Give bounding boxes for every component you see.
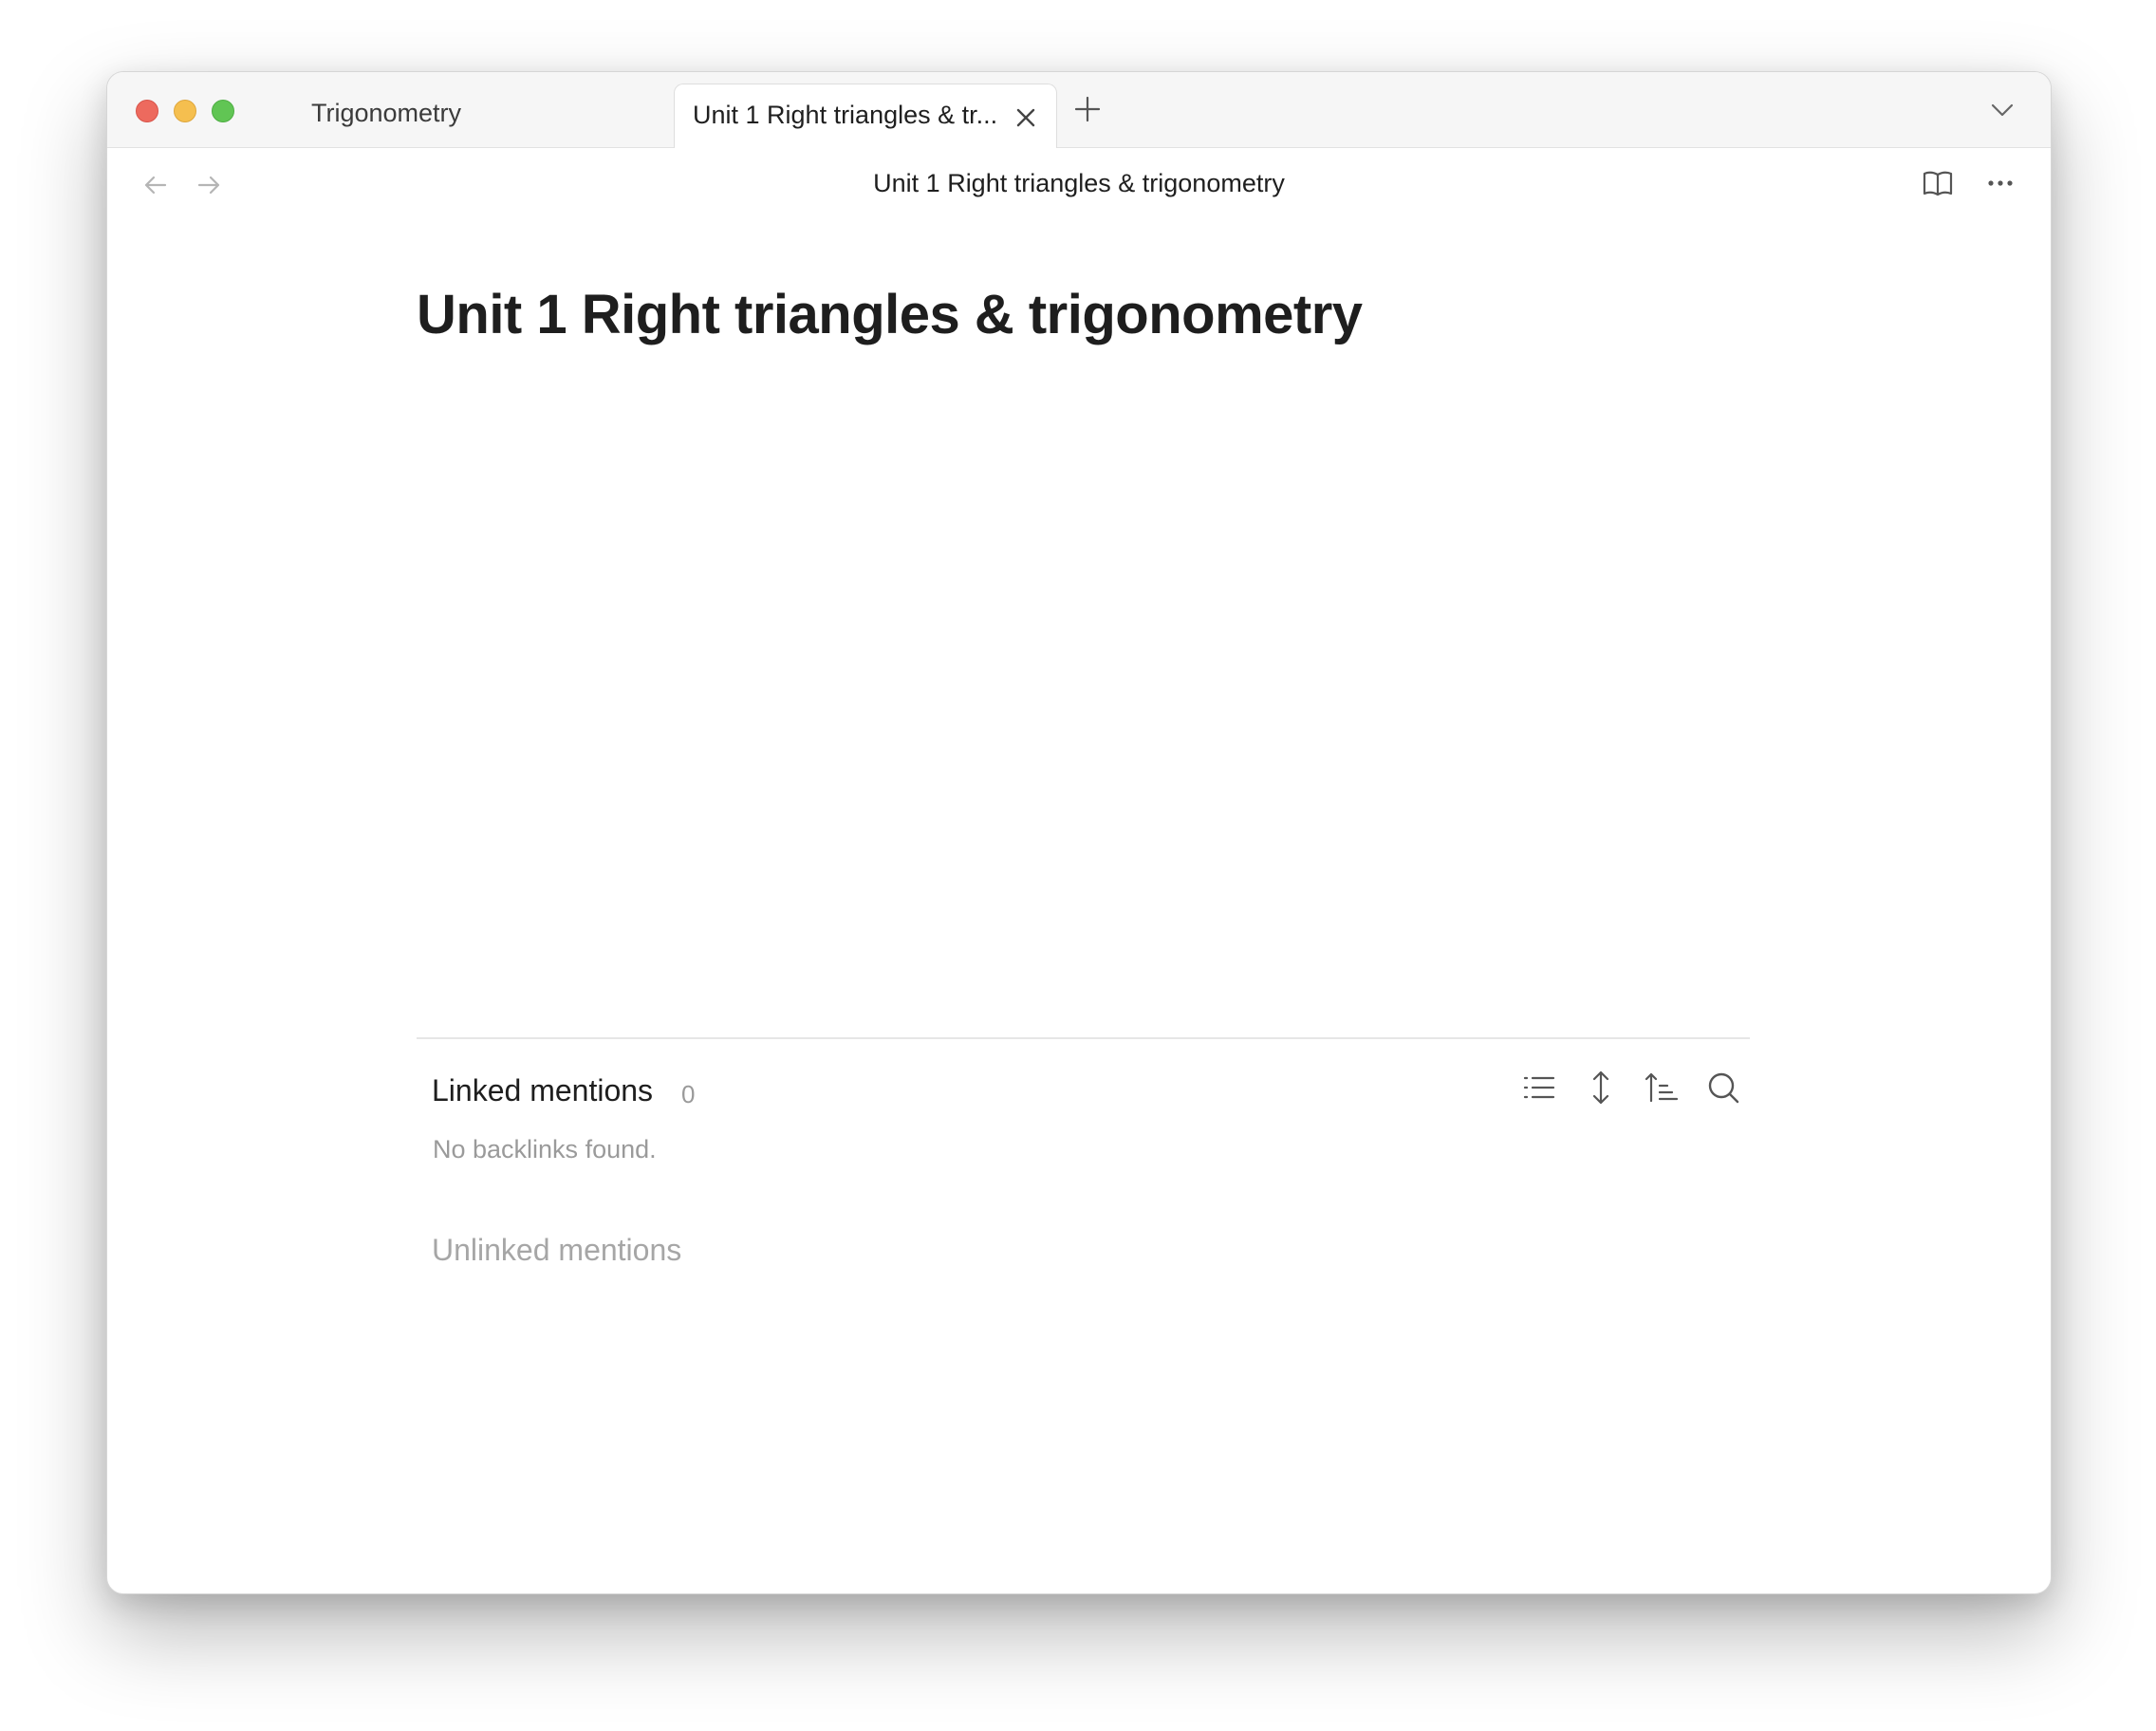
more-options-icon[interactable] <box>1986 177 2015 190</box>
linked-mentions-count: 0 <box>681 1080 696 1108</box>
book-open-icon[interactable] <box>1922 169 1954 197</box>
chevron-down-icon[interactable] <box>1990 101 2015 120</box>
no-backlinks-message: No backlinks found. <box>433 1135 657 1163</box>
search-icon[interactable] <box>1704 1069 1742 1107</box>
sort-icon[interactable] <box>1643 1069 1681 1107</box>
tab-bar: Trigonometry Unit 1 Right triangles & tr… <box>107 72 2051 150</box>
window-minimize-button[interactable] <box>174 100 196 122</box>
app-window: Trigonometry Unit 1 Right triangles & tr… <box>106 71 2052 1594</box>
navigation-bar: Unit 1 Right triangles & trigonometry <box>107 148 2051 222</box>
tab-label: Unit 1 Right triangles & tr... <box>693 101 998 129</box>
page-title[interactable]: Unit 1 Right triangles & trigonometry <box>417 283 1363 346</box>
list-icon[interactable] <box>1520 1069 1558 1107</box>
close-icon[interactable] <box>1013 105 1038 130</box>
section-divider <box>417 1037 1750 1039</box>
tab-unit-1[interactable]: Unit 1 Right triangles & tr... <box>674 84 1057 150</box>
expand-vertical-icon[interactable] <box>1582 1069 1620 1107</box>
note-title-header[interactable]: Unit 1 Right triangles & trigonometry <box>107 169 2051 198</box>
window-maximize-button[interactable] <box>212 100 234 122</box>
tab-trigonometry[interactable]: Trigonometry <box>311 99 461 128</box>
unlinked-mentions-heading[interactable]: Unlinked mentions <box>432 1233 681 1268</box>
window-close-button[interactable] <box>136 100 158 122</box>
plus-icon[interactable] <box>1073 95 1102 123</box>
linked-mentions-heading[interactable]: Linked mentions <box>432 1073 653 1108</box>
